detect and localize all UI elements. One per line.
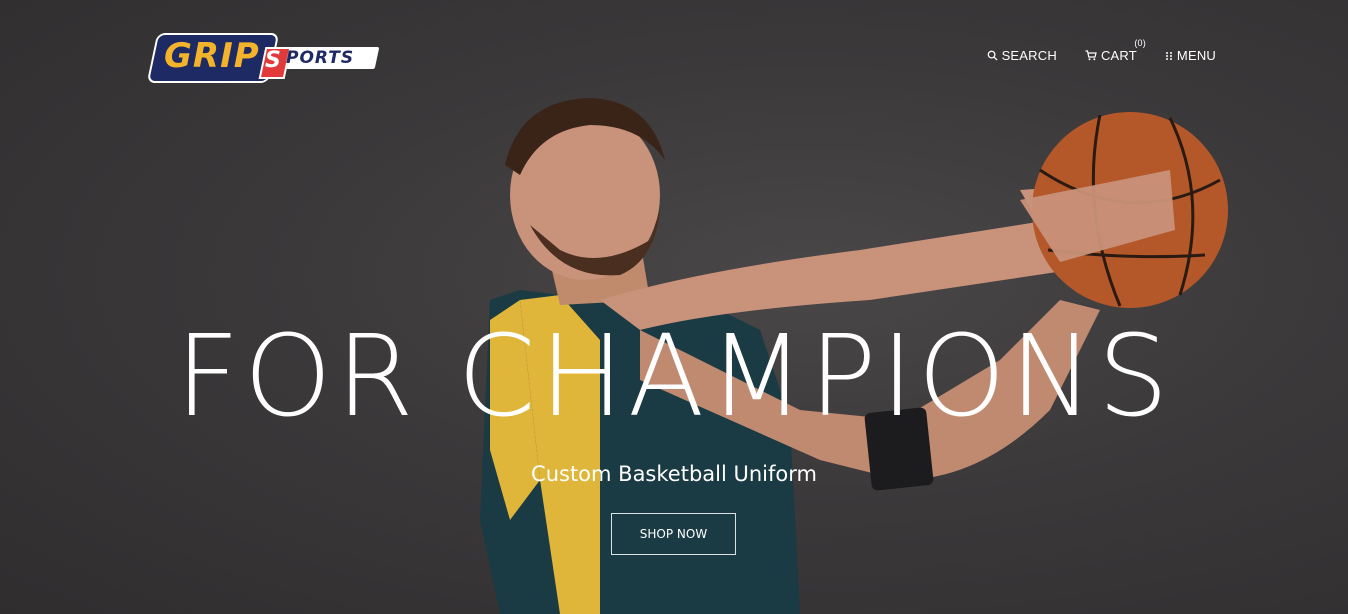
hero-banner: GRIP S PORTS SEARCH CART (0) MENU FOR CH xyxy=(0,0,1348,614)
cart-label: CART xyxy=(1100,48,1137,63)
menu-dots-icon xyxy=(1165,51,1173,61)
hero-subheadline: Custom Basketball Uniform xyxy=(531,462,817,486)
shop-now-button[interactable]: SHOP NOW xyxy=(611,513,736,555)
logo-grip-text: GRIP xyxy=(164,36,260,76)
cart-button[interactable]: CART (0) xyxy=(1085,38,1146,63)
menu-button[interactable]: MENU xyxy=(1165,48,1216,63)
cart-icon xyxy=(1085,50,1097,61)
search-label: SEARCH xyxy=(1001,48,1057,63)
search-icon xyxy=(987,50,998,61)
logo-ports-text: PORTS xyxy=(286,48,355,68)
hero-headline: FOR CHAMPIONS xyxy=(175,312,1173,442)
grip-sports-logo[interactable]: GRIP S PORTS xyxy=(146,31,382,83)
top-nav: SEARCH CART (0) MENU xyxy=(987,38,1216,63)
cart-count-badge: (0) xyxy=(1134,38,1146,48)
logo-s-text: S xyxy=(265,48,281,73)
search-button[interactable]: SEARCH xyxy=(987,48,1057,63)
menu-label: MENU xyxy=(1176,48,1216,63)
